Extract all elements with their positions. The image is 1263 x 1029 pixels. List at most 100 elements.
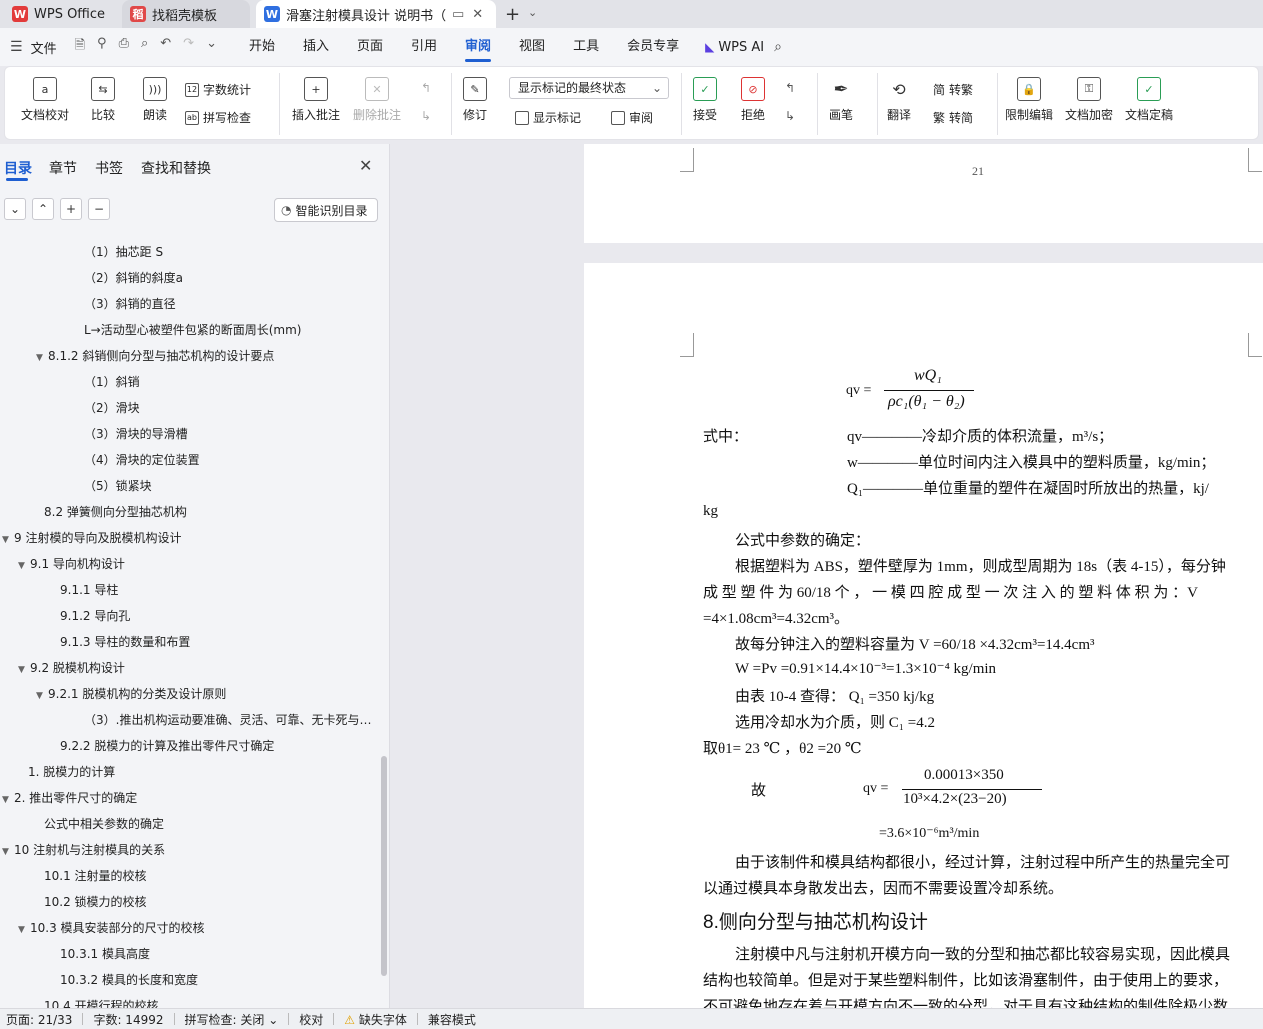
close-icon[interactable]: ✕ [359,156,372,175]
smart-toc-button[interactable]: ◔ 智能识别目录 [274,198,378,222]
save-icon[interactable]: 🗎 [75,36,85,58]
close-tab-icon[interactable]: ✕ [472,7,483,22]
expand-arrow-icon[interactable]: ▼ [2,535,14,545]
toc-item[interactable]: （3）滑块的导滑槽 [84,425,188,442]
tab-wps-office[interactable]: W WPS Office [4,0,116,28]
print-icon[interactable]: ⎙ [119,36,129,58]
search-icon[interactable]: ⌕ [774,39,782,55]
print-preview-icon[interactable]: ⌕ [141,36,148,58]
show-markup-button[interactable]: 显示标记 [515,109,581,126]
toc-item[interactable]: （2）斜销的斜度a [84,269,183,286]
compare-button[interactable]: ⇆ 比较 [91,77,115,123]
wps-ai-button[interactable]: WPS AI [718,40,764,55]
proofread-button[interactable]: a 文档校对 [21,77,69,123]
accept-button[interactable]: ✓ 接受 [693,77,717,123]
toc-item[interactable]: 8.2 弹簧侧向分型抽芯机构 [44,503,187,520]
toc-item[interactable]: （5）锁紧块 [84,477,152,494]
redo-icon[interactable]: ↷ [183,36,194,58]
expand-arrow-icon[interactable]: ▼ [36,691,48,701]
prev-comment-icon[interactable]: ↰ [421,81,431,95]
read-aloud-button[interactable]: ))) 朗读 [143,77,167,123]
menu-member[interactable]: 会员专享 [613,28,693,66]
restrict-edit-button[interactable]: 🔒 限制编辑 [1005,77,1053,123]
toc-item[interactable]: （3）.推出机构运动要准确、灵活、可靠、无卡死与… [84,711,371,728]
toc-item[interactable]: 10.3.1 模具高度 [60,945,150,962]
page-indicator[interactable]: 页面: 21/33 [0,1011,82,1028]
reject-button[interactable]: ⊘ 拒绝 [741,77,765,123]
tab-find-replace[interactable]: 查找和替换 [141,158,211,178]
insert-comment-button[interactable]: + 插入批注 [292,77,340,123]
toc-item[interactable]: 1. 脱模力的计算 [28,763,115,780]
hamburger-icon[interactable]: ☰ [10,39,23,55]
spell-check-button[interactable]: ab 拼写检查 [185,109,251,126]
toc-item[interactable]: 公式中相关参数的确定 [44,815,164,832]
review-pane-button[interactable]: 审阅 [611,109,653,126]
expand-arrow-icon[interactable]: ▼ [18,561,30,571]
menu-home[interactable]: 开始 [235,28,289,66]
next-comment-icon[interactable]: ↳ [421,109,431,123]
toc-item[interactable]: （3）斜销的直径 [84,295,176,312]
display-mode-select[interactable]: 显示标记的最终状态 ⌄ [509,77,669,99]
encrypt-button[interactable]: ⚿ 文档加密 [1065,77,1113,123]
toc-item[interactable]: 9.2.2 脱模力的计算及推出零件尺寸确定 [60,737,274,754]
to-traditional-button[interactable]: 简 转繁 [933,81,973,98]
menu-references[interactable]: 引用 [397,28,451,66]
toc-item[interactable]: 10.2 锁模力的校核 [44,893,147,910]
more-icon[interactable]: ⌄ [206,36,217,58]
expand-arrow-icon[interactable]: ▼ [18,665,30,675]
menu-view[interactable]: 视图 [505,28,559,66]
toc-item[interactable]: 10.1 注射量的校核 [44,867,147,884]
undo-icon[interactable]: ↶ [160,36,171,58]
toc-item[interactable]: ▼ 9.1 导向机构设计 [18,555,125,572]
toc-item[interactable]: ▼ 10.3 模具安装部分的尺寸的校核 [18,919,205,936]
toc-item[interactable]: ▼ 9.2.1 脱模机构的分类及设计原则 [36,685,226,702]
toc-item[interactable]: ▼ 10 注射机与注射模具的关系 [2,841,165,858]
toc-item[interactable]: 9.1.2 导向孔 [60,607,130,624]
delete-comment-button[interactable]: ✕ 删除批注 [353,77,401,123]
toc-item[interactable]: ▼ 8.1.2 斜销侧向分型与抽芯机构的设计要点 [36,347,274,364]
next-change-icon[interactable]: ↳ [785,109,795,123]
share-icon[interactable]: ⚲ [97,36,107,58]
collapse-all-button[interactable]: ⌄ [4,198,26,220]
toc-item[interactable]: ▼ 2. 推出零件尺寸的确定 [2,789,137,806]
track-changes-button[interactable]: ✎ 修订 [463,77,487,123]
menu-tools[interactable]: 工具 [559,28,613,66]
toc-item[interactable]: 10.3.2 模具的长度和宽度 [60,971,198,988]
proof-status[interactable]: 校对 [289,1011,333,1028]
tab-template[interactable]: 稻 找稻壳模板 [122,0,250,28]
remove-heading-button[interactable]: − [88,198,110,220]
add-heading-button[interactable]: + [60,198,82,220]
expand-up-button[interactable]: ⌃ [32,198,54,220]
toc-item[interactable]: L→活动型心被塑件包紧的断面周长(mm) [84,321,301,338]
finalize-button[interactable]: ✓ 文档定稿 [1125,77,1173,123]
toc-item[interactable]: （1）斜销 [84,373,140,390]
toc-item[interactable]: ▼ 9.2 脱模机构设计 [18,659,125,676]
missing-font-status[interactable]: ⚠ 缺失字体 [334,1011,417,1028]
expand-arrow-icon[interactable]: ▼ [18,925,30,935]
expand-arrow-icon[interactable]: ▼ [2,795,14,805]
tab-document[interactable]: W 滑塞注射模具设计 说明书（论 ▭ ✕ [256,0,496,28]
translate-button[interactable]: ⟲ 翻译 [887,77,911,123]
expand-arrow-icon[interactable]: ▼ [36,353,48,363]
to-simplified-button[interactable]: 繁 转简 [933,109,973,126]
file-menu[interactable]: 文件 [31,38,57,57]
chevron-down-icon[interactable]: ⌄ [528,6,537,19]
menu-page[interactable]: 页面 [343,28,397,66]
toc-item[interactable]: 9.1.1 导柱 [60,581,118,598]
word-count-button[interactable]: 12 字数统计 [185,81,251,98]
expand-arrow-icon[interactable]: ▼ [2,847,14,857]
menu-review[interactable]: 审阅 [451,28,505,66]
toc-item[interactable]: （1）抽芯距 S [84,243,163,260]
toc-item[interactable]: （2）滑块 [84,399,140,416]
prev-change-icon[interactable]: ↰ [785,81,795,95]
word-count[interactable]: 字数: 14992 [83,1011,173,1028]
menu-insert[interactable]: 插入 [289,28,343,66]
new-tab-button[interactable]: + [505,4,520,25]
tab-bookmarks[interactable]: 书签 [95,158,123,178]
pen-button[interactable]: ✒ 画笔 [829,77,853,123]
tab-chapters[interactable]: 章节 [49,158,77,178]
spell-check-status[interactable]: 拼写检查: 关闭 ⌄ [175,1011,289,1028]
toc-item[interactable]: 9.1.3 导柱的数量和布置 [60,633,190,650]
toc-item[interactable]: ▼ 9 注射模的导向及脱模机构设计 [2,529,181,546]
toc-item[interactable]: （4）滑块的定位装置 [84,451,200,468]
